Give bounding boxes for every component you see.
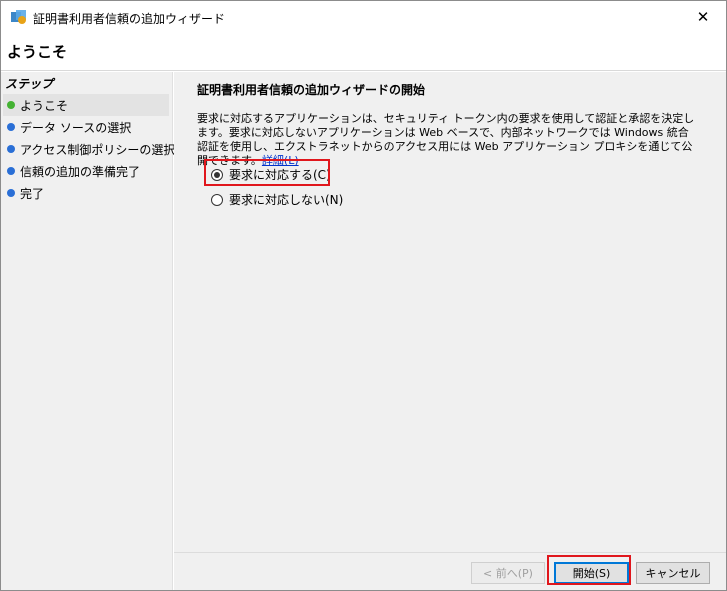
back-button[interactable]: < 前へ(P) <box>471 562 545 584</box>
step-label: 完了 <box>20 186 45 201</box>
step-label: 信頼の追加の準備完了 <box>20 164 141 179</box>
steps-heading: ステップ <box>5 77 54 91</box>
section-title: 証明書利用者信頼の追加ウィザードの開始 <box>197 83 426 97</box>
step-complete-icon <box>7 101 15 109</box>
title-bar: 証明書利用者信頼の追加ウィザード ✕ <box>1 1 726 33</box>
step-access-control-policy: アクセス制御ポリシーの選択 <box>3 138 175 160</box>
page-title: ようこそ <box>7 43 68 61</box>
option-label: 要求に対応しない(N) <box>229 193 344 207</box>
non-claims-aware-option[interactable]: 要求に対応しない(N) <box>211 191 343 208</box>
step-label: ようこそ <box>20 98 69 113</box>
step-ready-to-add: 信頼の追加の準備完了 <box>3 160 169 182</box>
step-label: データ ソースの選択 <box>20 120 132 135</box>
main-panel: 証明書利用者信頼の追加ウィザードの開始 要求に対応するアプリケーションは、セキュ… <box>174 72 726 552</box>
close-button[interactable]: ✕ <box>680 1 726 33</box>
wizard-window: 証明書利用者信頼の追加ウィザード ✕ ようこそ ステップ ようこそ データ ソー… <box>0 0 727 591</box>
steps-list: ようこそ データ ソースの選択 アクセス制御ポリシーの選択 信頼の追加の準備完了… <box>3 94 175 204</box>
page-header: ようこそ <box>1 33 726 71</box>
step-pending-icon <box>7 189 15 197</box>
start-button-highlight-box <box>547 555 631 585</box>
option-highlight-box <box>204 159 330 186</box>
step-finish: 完了 <box>3 182 169 204</box>
adfs-app-icon <box>11 10 26 24</box>
step-label: アクセス制御ポリシーの選択 <box>20 142 176 157</box>
step-select-data-source: データ ソースの選択 <box>3 116 169 138</box>
step-welcome: ようこそ <box>3 94 169 116</box>
step-pending-icon <box>7 167 15 175</box>
button-bar: < 前へ(P) 開始(S) キャンセル <box>174 552 726 590</box>
window-title: 証明書利用者信頼の追加ウィザード <box>33 12 226 26</box>
back-button-label: < 前へ(P) <box>483 567 533 580</box>
cancel-button[interactable]: キャンセル <box>636 562 710 584</box>
close-icon: ✕ <box>696 8 710 26</box>
steps-sidebar: ステップ ようこそ データ ソースの選択 アクセス制御ポリシーの選択 信頼の追加… <box>1 72 175 590</box>
step-pending-icon <box>7 145 15 153</box>
step-pending-icon <box>7 123 15 131</box>
radio-button-unchecked[interactable] <box>211 193 223 206</box>
cancel-button-label: キャンセル <box>645 567 701 580</box>
